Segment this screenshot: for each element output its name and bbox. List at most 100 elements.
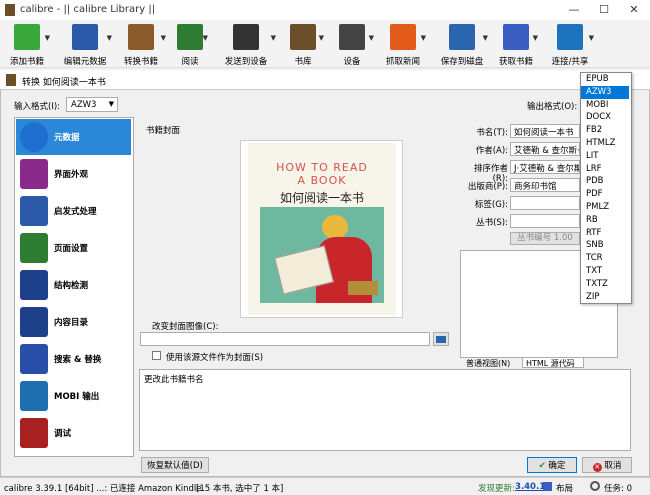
cover-title-en: HOW TO READ bbox=[276, 161, 368, 174]
sidebar-item-5[interactable]: 内容目录 bbox=[16, 304, 131, 340]
toolbar-button-0[interactable]: 添加书籍 ▼ bbox=[4, 22, 50, 67]
format-option[interactable]: PDF bbox=[581, 188, 629, 201]
chevron-down-icon[interactable]: ▼ bbox=[533, 34, 538, 42]
toolbar-button-10[interactable]: 连接/共享 ▼ bbox=[546, 22, 594, 67]
connect-share-icon bbox=[557, 24, 583, 50]
add-book-icon bbox=[14, 24, 40, 50]
update-version-link[interactable]: 3.40.1 bbox=[515, 482, 545, 492]
format-option[interactable]: TXT bbox=[581, 265, 629, 278]
use-source-cover-checkbox[interactable] bbox=[152, 351, 161, 360]
sidebar-item-label: 内容目录 bbox=[54, 318, 89, 328]
sidebar-item-1[interactable]: 界面外观 bbox=[16, 156, 131, 192]
layout-button[interactable]: 布局 bbox=[556, 482, 573, 494]
chevron-down-icon[interactable]: ▼ bbox=[319, 34, 324, 42]
chevron-down-icon[interactable]: ▼ bbox=[483, 34, 488, 42]
jobs-count[interactable]: 任务: 0 bbox=[604, 482, 632, 494]
field-label: 标签(G): bbox=[474, 200, 508, 210]
toolbar-button-6[interactable]: 设备 ▼ bbox=[330, 22, 374, 67]
sidebar-item-0[interactable]: 元数据 bbox=[16, 119, 131, 155]
sidebar-item-8[interactable]: 调试 bbox=[16, 415, 131, 451]
field-label: 书名(T): bbox=[476, 128, 508, 138]
format-option[interactable]: LRF bbox=[581, 163, 629, 176]
maximize-icon[interactable]: ☐ bbox=[592, 2, 616, 18]
chevron-down-icon[interactable]: ▼ bbox=[589, 34, 594, 42]
format-option[interactable]: FB2 bbox=[581, 124, 629, 137]
device-icon bbox=[339, 24, 365, 50]
field-input[interactable] bbox=[510, 214, 580, 228]
chevron-down-icon[interactable]: ▼ bbox=[203, 34, 208, 42]
format-option[interactable]: TCR bbox=[581, 252, 629, 265]
send-to-device-icon bbox=[233, 24, 259, 50]
field-input[interactable]: 艾德勒 & 查尔斯·范 bbox=[510, 142, 580, 156]
format-option[interactable]: MOBI bbox=[581, 99, 629, 112]
cover-path-input[interactable] bbox=[140, 332, 430, 346]
format-option[interactable]: DOCX bbox=[581, 111, 629, 124]
ok-button[interactable]: ✔ 确定 bbox=[527, 457, 577, 473]
toolbar-button-4[interactable]: 发送到设备 ▼ bbox=[216, 22, 276, 67]
toolbar-label: 保存到磁盘 bbox=[440, 57, 484, 67]
format-option[interactable]: RB bbox=[581, 214, 629, 227]
sidebar-item-label: 结构检测 bbox=[54, 281, 89, 291]
sidebar-item-4[interactable]: 结构检测 bbox=[16, 267, 131, 303]
chevron-down-icon[interactable]: ▼ bbox=[45, 34, 50, 42]
sidebar-item-6[interactable]: 搜索 & 替换 bbox=[16, 341, 131, 377]
toolbar-label: 获取书籍 bbox=[498, 57, 533, 67]
chevron-down-icon[interactable]: ▼ bbox=[271, 34, 276, 42]
dialog-titlebar: 转换 如何阅读一本书 bbox=[0, 70, 650, 90]
chevron-down-icon: ▼ bbox=[108, 100, 114, 108]
chevron-down-icon[interactable]: ▼ bbox=[369, 34, 374, 42]
metadata-info-icon bbox=[20, 122, 48, 152]
debug-bug-icon bbox=[20, 418, 48, 448]
chevron-down-icon[interactable]: ▼ bbox=[161, 34, 166, 42]
sidebar-item-3[interactable]: 页面设置 bbox=[16, 230, 131, 266]
field-input[interactable] bbox=[510, 196, 580, 210]
toolbar-button-7[interactable]: 抓取新闻 ▼ bbox=[380, 22, 426, 67]
toolbar-label: 设备 bbox=[343, 57, 361, 67]
format-option[interactable]: ZIP bbox=[581, 291, 629, 304]
ok-label: 确定 bbox=[548, 461, 566, 471]
tab-normal-view[interactable]: 普通视图(N) bbox=[466, 358, 510, 369]
restore-defaults-button[interactable]: 恢复默认值(D) bbox=[141, 457, 209, 473]
format-option[interactable]: EPUB bbox=[581, 73, 629, 86]
field-input[interactable]: 商务印书馆 bbox=[510, 178, 580, 192]
format-option[interactable]: LIT bbox=[581, 150, 629, 163]
cancel-icon: ✕ bbox=[592, 463, 602, 472]
toolbar-button-8[interactable]: 保存到磁盘 ▼ bbox=[436, 22, 488, 67]
field-input[interactable]: 如何阅读一本书 bbox=[510, 124, 580, 138]
sidebar-item-7[interactable]: MOBI 输出 bbox=[16, 378, 131, 414]
browse-cover-button[interactable] bbox=[433, 332, 449, 346]
change-cover-label: 改变封面图像(C): bbox=[152, 322, 219, 332]
format-option[interactable]: PMLZ bbox=[581, 201, 629, 214]
close-icon[interactable]: ✕ bbox=[622, 2, 646, 18]
toolbar-button-3[interactable]: 阅读 ▼ bbox=[172, 22, 208, 67]
input-format-select[interactable]: AZW3 ▼ bbox=[66, 97, 118, 112]
format-option[interactable]: AZW3 bbox=[581, 85, 629, 99]
status-bar: calibre 3.39.1 [64bit] ...: 已连接 Amazon K… bbox=[0, 477, 650, 495]
format-option[interactable]: HTMLZ bbox=[581, 137, 629, 150]
toolbar-button-5[interactable]: 书库 ▼ bbox=[282, 22, 324, 67]
format-option[interactable]: PDB bbox=[581, 175, 629, 188]
toolbar-button-9[interactable]: 获取书籍 ▼ bbox=[494, 22, 538, 67]
toolbar-button-1[interactable]: 编辑元数据 ▼ bbox=[58, 22, 112, 67]
format-option[interactable]: RTF bbox=[581, 227, 629, 240]
minimize-icon[interactable]: — bbox=[562, 2, 586, 18]
sidebar-item-label: MOBI 输出 bbox=[54, 392, 100, 402]
chevron-down-icon[interactable]: ▼ bbox=[421, 34, 426, 42]
cancel-button[interactable]: ✕ 取消 bbox=[582, 457, 632, 473]
toolbar-button-2[interactable]: 转换书籍 ▼ bbox=[116, 22, 166, 67]
input-format-value: AZW3 bbox=[71, 100, 97, 110]
library-icon bbox=[290, 24, 316, 50]
format-option[interactable]: SNB bbox=[581, 239, 629, 252]
field-label: 作者(A): bbox=[475, 146, 508, 156]
get-books-icon bbox=[503, 24, 529, 50]
chevron-down-icon[interactable]: ▼ bbox=[107, 34, 112, 42]
toolbar-label: 书库 bbox=[294, 57, 312, 67]
tab-html-source[interactable]: HTML 源代码(H) bbox=[522, 357, 584, 378]
convert-books-icon bbox=[128, 24, 154, 50]
series-number-spinbox[interactable]: 丛书编号 1.00 bbox=[510, 232, 580, 245]
sidebar-item-label: 启发式处理 bbox=[54, 207, 97, 217]
sidebar-item-2[interactable]: 启发式处理 bbox=[16, 193, 131, 229]
field-input[interactable]: J·艾德勒 & 查尔斯 bbox=[510, 160, 580, 174]
format-option[interactable]: TXTZ bbox=[581, 278, 629, 291]
toc-icon bbox=[20, 307, 48, 337]
